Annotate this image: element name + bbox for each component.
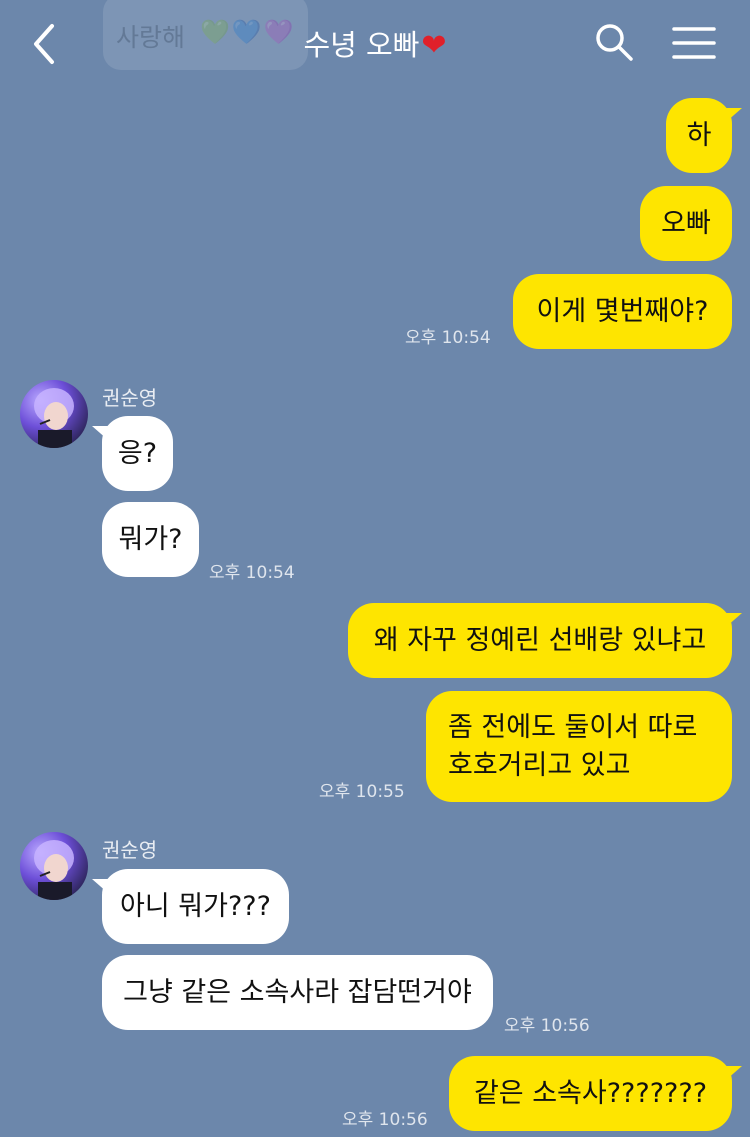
message-timestamp: 오후 10:54	[209, 563, 295, 583]
search-button[interactable]	[594, 22, 634, 62]
message-text: 이게 몇번째야?	[536, 295, 709, 327]
my-message-bubble[interactable]: 이게 몇번째야?	[513, 274, 732, 349]
bubble-tail	[726, 1066, 742, 1080]
bubble-tail	[726, 613, 742, 627]
heart-icon: ❤	[421, 28, 447, 63]
their-message-bubble[interactable]: 뭐가?	[102, 502, 199, 577]
message-timestamp: 오후 10:56	[504, 1016, 590, 1036]
my-message-bubble[interactable]: 같은 소속사???????	[449, 1056, 732, 1131]
my-message-bubble[interactable]: 왜 자꾸 정예린 선배랑 있냐고	[348, 603, 732, 678]
bubble-tail	[92, 879, 108, 893]
message-timestamp: 오후 10:56	[342, 1110, 428, 1130]
sender-name: 권순영	[102, 838, 158, 862]
message-text: 뭐가?	[118, 523, 183, 555]
hamburger-menu-icon	[672, 27, 716, 59]
message-text: 오빠	[661, 207, 711, 239]
search-icon	[596, 24, 633, 61]
avatar-image	[34, 840, 74, 900]
avatar[interactable]	[20, 380, 88, 448]
chat-header: 사랑해 💚💙💜 수녕 오빠❤	[0, 0, 750, 86]
message-text-line1: 좀 전에도 둘이서 따로	[448, 711, 698, 743]
message-timestamp: 오후 10:55	[319, 782, 405, 802]
menu-button[interactable]	[672, 26, 716, 60]
message-text: 같은 소속사???????	[473, 1077, 708, 1109]
avatar-image	[34, 388, 74, 448]
my-message-bubble[interactable]: 하	[666, 98, 732, 173]
chat-title: 수녕 오빠❤	[0, 22, 750, 64]
message-text: 하	[686, 119, 712, 151]
message-timestamp: 오후 10:54	[405, 328, 491, 348]
message-text: 응?	[117, 437, 158, 469]
sender-name: 권순영	[102, 386, 158, 410]
message-text: 아니 뭐가???	[120, 890, 271, 922]
my-message-bubble[interactable]: 오빠	[640, 186, 732, 261]
their-message-bubble[interactable]: 그냥 같은 소속사라 잡담떤거야	[102, 955, 493, 1030]
their-message-bubble[interactable]: 응?	[102, 416, 173, 491]
their-message-bubble[interactable]: 아니 뭐가???	[102, 869, 289, 944]
message-text: 그냥 같은 소속사라 잡담떤거야	[123, 976, 472, 1008]
chat-title-text: 수녕 오빠	[303, 28, 420, 62]
my-message-bubble[interactable]: 좀 전에도 둘이서 따로 호호거리고 있고	[426, 691, 732, 802]
bubble-tail	[726, 108, 742, 122]
avatar[interactable]	[20, 832, 88, 900]
message-text-line2: 호호거리고 있고	[448, 749, 631, 781]
message-text: 왜 자꾸 정예린 선배랑 있냐고	[373, 624, 707, 656]
bubble-tail	[92, 426, 108, 440]
